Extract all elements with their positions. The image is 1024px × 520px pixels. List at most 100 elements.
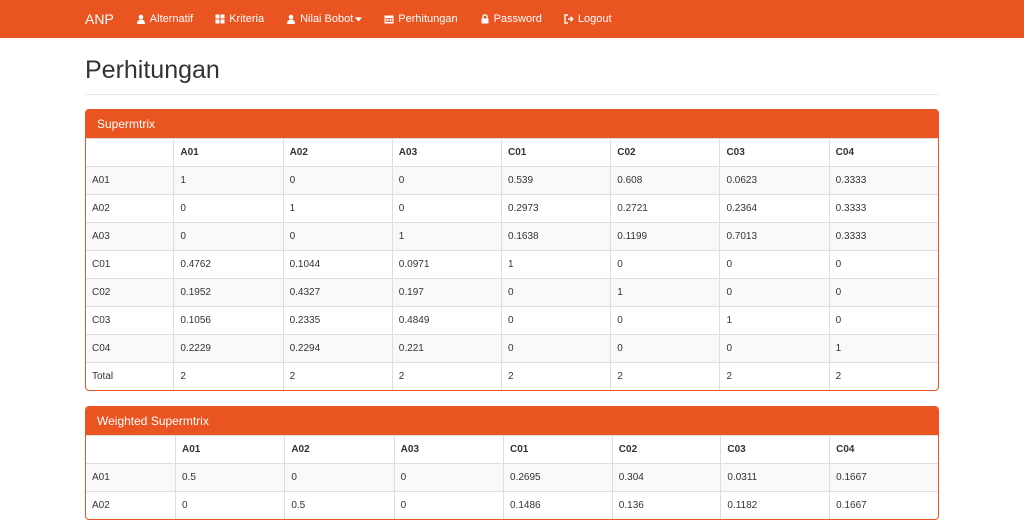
value-cell: 0 [610,334,721,363]
row-label-cell: A02 [86,194,175,223]
column-header: A01 [174,435,286,464]
value-cell: 0.1199 [610,222,721,251]
column-header: C04 [828,138,938,167]
value-cell: 0.608 [610,166,721,195]
nav-kriteria[interactable]: Kriteria [215,13,264,25]
weighted-supermatrix-table: A01 A02 A03 C01 C02 C03 C04 A01 0.5 0 0 0.2695 0.30… [86,435,938,519]
nav-alternatif-label: Alternatif [149,13,194,25]
nav-logout-label: Logout [577,13,612,25]
column-header: A02 [284,435,395,464]
table-row: Total 2 2 2 2 2 2 2 [86,362,938,390]
value-cell: 0.2294 [282,334,393,363]
table-row: A01 0.5 0 0 0.2695 0.304 0.0311 0.1667 [86,463,938,492]
column-header: A02 [282,138,393,167]
value-cell: 0 [282,222,393,251]
value-cell: 1 [719,306,830,335]
table-row: A01 1 0 0 0.539 0.608 0.0623 0.3333 [86,166,938,195]
table-row: C04 0.2229 0.2294 0.221 0 0 0 1 [86,334,938,363]
value-cell: 1 [391,222,503,251]
weighted-supermatrix-panel-title: Weighted Supermtrix [86,407,938,435]
nav-logout[interactable]: Logout [564,13,612,25]
value-cell: 0.2721 [610,194,721,223]
value-cell: 0 [284,463,395,492]
caret-down-icon [355,16,363,22]
value-cell: 0 [501,306,612,335]
value-cell: 2 [173,362,284,390]
value-cell: 2 [282,362,393,390]
value-cell: 1 [828,334,938,363]
row-label-cell: Total [86,362,175,390]
column-header: C04 [829,435,938,464]
value-cell: 0 [610,306,721,335]
value-cell: 0.0623 [719,166,830,195]
value-cell: 2 [828,362,938,390]
table-header-row: A01 A02 A03 C01 C02 C03 C04 [86,138,938,167]
value-cell: 0.539 [501,166,612,195]
brand-link[interactable]: ANP [85,11,114,27]
column-header: C03 [720,435,831,464]
value-cell: 0.0311 [720,463,831,492]
value-cell: 0.1952 [173,278,284,307]
column-header [86,435,176,464]
column-header: C01 [501,138,612,167]
nav-password[interactable]: Password [480,13,542,25]
page-title: Perhitungan [85,56,939,95]
value-cell: 0 [501,278,612,307]
value-cell: 0.1667 [829,463,938,492]
value-cell: 0 [391,194,503,223]
user-icon [136,14,145,24]
column-header: A03 [391,138,503,167]
value-cell: 0 [828,306,938,335]
column-header: C01 [503,435,613,464]
nav-kriteria-label: Kriteria [229,13,265,25]
row-label-cell: C04 [86,334,175,363]
column-header [86,138,175,167]
column-header: A01 [173,138,284,167]
value-cell: 0.2695 [503,463,613,492]
value-cell: 1 [610,278,721,307]
supermatrix-panel-title: Supermtrix [86,110,938,138]
value-cell: 2 [391,362,503,390]
value-cell: 0 [393,463,505,492]
value-cell: 0.5 [284,491,395,519]
value-cell: 0.4849 [391,306,503,335]
table-row: C03 0.1056 0.2335 0.4849 0 0 1 0 [86,306,938,335]
grid-icon [215,14,225,24]
value-cell: 0.1182 [720,491,831,519]
value-cell: 0.2335 [282,306,393,335]
row-label-cell: A02 [86,491,176,519]
value-cell: 0 [173,222,284,251]
value-cell: 0.1667 [829,491,938,519]
value-cell: 0.2973 [501,194,612,223]
table-row: C01 0.4762 0.1044 0.0971 1 0 0 0 [86,250,938,279]
value-cell: 0.304 [611,463,722,492]
value-cell: 0.4327 [282,278,393,307]
value-cell: 0.221 [391,334,503,363]
row-label-cell: A01 [86,463,176,492]
table-row: A03 0 0 1 0.1638 0.1199 0.7013 0.3333 [86,222,938,251]
value-cell: 0.1044 [282,250,393,279]
value-cell: 2 [719,362,830,390]
table-header-row: A01 A02 A03 C01 C02 C03 C04 [86,435,938,464]
value-cell: 0 [719,334,830,363]
table-row: A02 0 0.5 0 0.1486 0.136 0.1182 0.1667 [86,491,938,519]
nav-nilai-bobot-label: Nilai Bobot [300,13,354,25]
value-cell: 1 [173,166,284,195]
value-cell: 0.1638 [501,222,612,251]
value-cell: 0 [719,250,830,279]
value-cell: 0.3333 [828,166,938,195]
top-navbar: ANP Alternatif Kriteria Nilai Bobot Perh… [0,0,1024,38]
nav-alternatif[interactable]: Alternatif [136,13,193,25]
nav-perhitungan[interactable]: Perhitungan [384,13,458,25]
nav-nilai-bobot-dropdown[interactable]: Nilai Bobot [286,13,363,25]
row-label-cell: A03 [86,222,175,251]
table-row: A02 0 1 0 0.2973 0.2721 0.2364 0.3333 [86,194,938,223]
value-cell: 1 [282,194,393,223]
row-label-cell: C01 [86,250,175,279]
value-cell: 0.136 [611,491,722,519]
supermatrix-table: A01 A02 A03 C01 C02 C03 C04 A01 1 0 0 0.539 0.608 0.… [86,138,938,390]
value-cell: 0 [393,491,505,519]
value-cell: 0 [391,166,503,195]
lock-icon [481,14,489,24]
value-cell: 0.3333 [828,222,938,251]
